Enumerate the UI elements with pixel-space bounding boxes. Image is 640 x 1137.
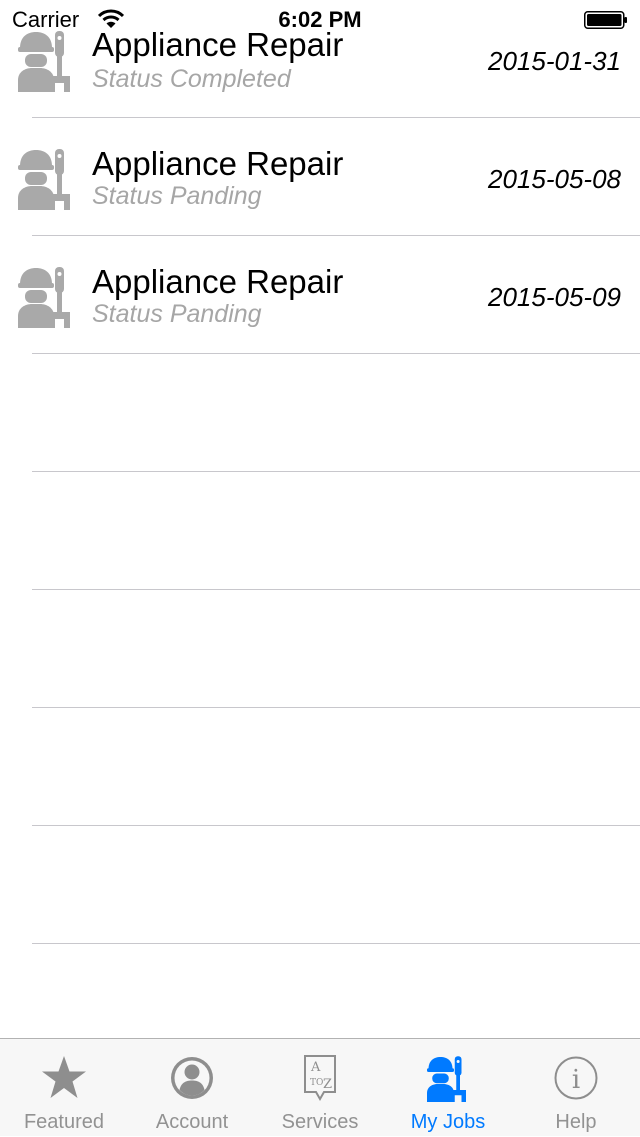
tab-account[interactable]: Account xyxy=(128,1039,256,1137)
job-status: Status Panding xyxy=(92,182,262,210)
job-status: Status Panding xyxy=(92,300,262,328)
worker-wrench-icon xyxy=(427,1056,466,1102)
user-icon xyxy=(171,1057,213,1099)
tab-help[interactable]: i Help xyxy=(512,1039,640,1137)
info-icon: i xyxy=(554,1056,598,1100)
tab-label: My Jobs xyxy=(410,1111,486,1133)
empty-row xyxy=(0,354,640,472)
svg-text:A: A xyxy=(310,1060,321,1075)
job-date: 2015-01-31 xyxy=(488,46,621,76)
empty-row xyxy=(0,708,640,826)
job-date: 2015-05-08 xyxy=(488,164,621,194)
status-bar: Carrier 6:02 PM xyxy=(0,0,640,40)
job-list[interactable]: Appliance Repair Status Completed 2015-0… xyxy=(0,0,640,944)
tab-services[interactable]: A TO Z Services xyxy=(256,1039,384,1137)
tab-my-jobs[interactable]: My Jobs xyxy=(384,1039,512,1137)
empty-row xyxy=(0,590,640,708)
tab-bar: Featured Account A TO Z Services My Jobs… xyxy=(0,1038,640,1136)
job-date: 2015-05-09 xyxy=(488,282,621,312)
tab-label: Featured xyxy=(23,1111,105,1133)
status-time: 6:02 PM xyxy=(278,7,362,32)
worker-wrench-icon xyxy=(18,149,70,210)
job-status: Status Completed xyxy=(92,65,291,93)
job-row[interactable]: Appliance Repair Status Panding 2015-05-… xyxy=(0,236,640,354)
worker-wrench-icon xyxy=(18,267,70,328)
tab-label: Account xyxy=(155,1111,229,1133)
a-to-z-icon: A TO Z xyxy=(304,1055,336,1102)
svg-text:Z: Z xyxy=(323,1077,332,1092)
battery-icon xyxy=(584,11,627,29)
job-title: Appliance Repair xyxy=(92,145,344,182)
empty-row xyxy=(0,826,640,944)
job-title: Appliance Repair xyxy=(92,263,344,300)
star-icon xyxy=(42,1056,86,1098)
empty-row xyxy=(0,472,640,590)
tab-featured[interactable]: Featured xyxy=(0,1039,128,1137)
tab-label: Help xyxy=(555,1111,597,1133)
tab-label: Services xyxy=(281,1111,359,1133)
svg-text:i: i xyxy=(572,1065,580,1095)
svg-text:TO: TO xyxy=(310,1078,323,1088)
job-row[interactable]: Appliance Repair Status Panding 2015-05-… xyxy=(0,118,640,236)
